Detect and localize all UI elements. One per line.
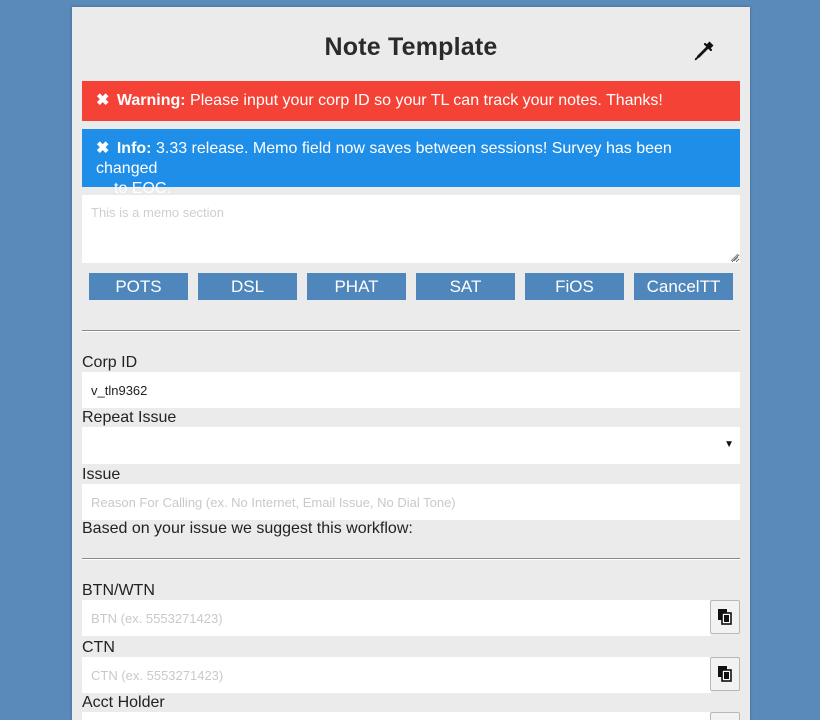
workflow-suggestion-text: Based on your issue we suggest this work…: [82, 520, 413, 537]
btn-wtn-field[interactable]: [82, 600, 711, 636]
warning-message: Please input your corp ID so your TL can…: [190, 92, 663, 109]
ctn-field[interactable]: [82, 657, 711, 693]
close-icon[interactable]: ✖: [96, 140, 109, 157]
sat-button[interactable]: SAT: [416, 273, 515, 300]
copy-acct-holder-button[interactable]: [710, 712, 740, 720]
template-button-row: POTS DSL PHAT SAT FiOS CancelTT: [89, 273, 733, 300]
close-icon[interactable]: ✖: [96, 92, 109, 109]
canceltt-button[interactable]: CancelTT: [634, 273, 733, 300]
info-label: Info:: [116, 140, 152, 157]
corp-id-label: Corp ID: [82, 354, 138, 371]
repeat-issue-select[interactable]: ▼: [82, 427, 740, 464]
page-title: Note Template: [324, 33, 498, 61]
caret-down-icon: ▼: [724, 439, 734, 450]
warning-alert: ✖ Warning: Please input your corp ID so …: [82, 81, 740, 121]
memo-textarea[interactable]: [82, 195, 740, 263]
fios-button[interactable]: FiOS: [525, 273, 624, 300]
phat-button[interactable]: PHAT: [307, 273, 406, 300]
btn-wtn-label: BTN/WTN: [82, 582, 155, 599]
acct-holder-field[interactable]: [82, 712, 711, 720]
clipboard-copy-icon: [718, 666, 732, 682]
info-message-line1: 3.33 release. Memo field now saves betwe…: [96, 140, 672, 177]
acct-holder-label: Acct Holder: [82, 694, 165, 711]
eyedropper-icon[interactable]: [692, 39, 716, 63]
dsl-button[interactable]: DSL: [198, 273, 297, 300]
warning-label: Warning:: [116, 92, 186, 109]
issue-field[interactable]: [82, 484, 740, 520]
corp-id-field[interactable]: [82, 372, 740, 408]
pots-button[interactable]: POTS: [89, 273, 188, 300]
repeat-issue-label: Repeat Issue: [82, 409, 177, 426]
info-alert: ✖ Info: 3.33 release. Memo field now sav…: [82, 129, 740, 197]
clipboard-copy-icon: [718, 609, 732, 625]
issue-label: Issue: [82, 466, 121, 483]
ctn-label: CTN: [82, 639, 115, 656]
note-template-panel: Note Template ✖ Warning: Please input yo…: [72, 7, 750, 720]
divider: [82, 330, 740, 332]
copy-ctn-button[interactable]: [710, 657, 740, 691]
copy-btn-wtn-button[interactable]: [710, 600, 740, 634]
divider: [82, 558, 740, 560]
